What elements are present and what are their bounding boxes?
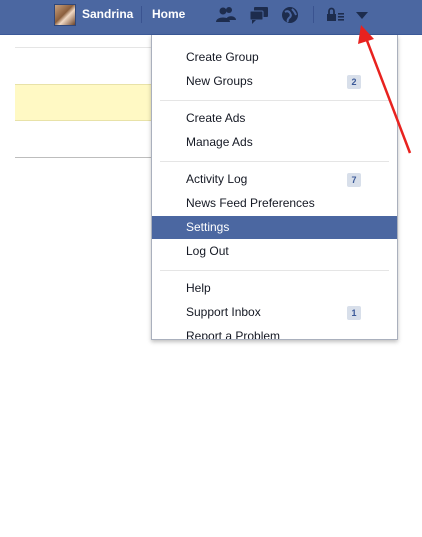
account-menu-arrow-icon[interactable] bbox=[356, 12, 368, 19]
count-badge: 1 bbox=[347, 306, 361, 320]
menu-divider bbox=[160, 161, 389, 162]
menu-item-label: Create Ads bbox=[186, 111, 246, 125]
menu-item-label: Settings bbox=[186, 220, 230, 234]
menu-item-label: Activity Log bbox=[186, 172, 248, 186]
top-navigation-bar: Sandrina Home bbox=[0, 0, 422, 35]
menu-item-label: Report a Problem bbox=[186, 329, 281, 340]
menu-divider bbox=[160, 270, 389, 271]
menu-item-label: Manage Ads bbox=[186, 135, 253, 149]
menu-item-create-ads[interactable]: Create Ads bbox=[152, 107, 397, 130]
menu-item-label: New Groups bbox=[186, 74, 253, 88]
privacy-shortcuts-icon[interactable] bbox=[324, 5, 346, 25]
menu-item-report-a-problem[interactable]: Report a Problem bbox=[152, 325, 397, 340]
menu-item-news-feed-preferences[interactable]: News Feed Preferences bbox=[152, 192, 397, 215]
page-divider bbox=[15, 157, 155, 158]
count-badge: 2 bbox=[347, 75, 361, 89]
friend-requests-icon[interactable] bbox=[215, 5, 237, 25]
menu-item-settings[interactable]: Settings bbox=[152, 216, 397, 239]
menu-item-help[interactable]: Help bbox=[152, 277, 397, 300]
count-badge: 7 bbox=[347, 173, 361, 187]
messages-icon[interactable] bbox=[248, 5, 270, 25]
notifications-globe-icon[interactable] bbox=[279, 5, 301, 25]
nav-divider bbox=[141, 6, 142, 23]
menu-item-create-group[interactable]: Create Group bbox=[152, 46, 397, 69]
menu-item-label: Create Group bbox=[186, 50, 259, 64]
menu-item-new-groups[interactable]: New Groups 2 bbox=[152, 70, 397, 93]
menu-item-label: News Feed Preferences bbox=[186, 196, 315, 210]
avatar[interactable] bbox=[54, 4, 76, 26]
menu-item-label: Log Out bbox=[186, 244, 229, 258]
page-divider bbox=[15, 47, 155, 48]
menu-divider bbox=[160, 100, 389, 101]
profile-name-link[interactable]: Sandrina bbox=[82, 7, 133, 21]
account-dropdown-menu: Create Group New Groups 2 Create Ads Man… bbox=[151, 35, 398, 340]
menu-item-activity-log[interactable]: Activity Log 7 bbox=[152, 168, 397, 191]
menu-item-log-out[interactable]: Log Out bbox=[152, 240, 397, 263]
highlighted-row bbox=[15, 84, 155, 121]
home-link[interactable]: Home bbox=[152, 7, 185, 21]
menu-item-label: Help bbox=[186, 281, 211, 295]
menu-item-support-inbox[interactable]: Support Inbox 1 bbox=[152, 301, 397, 324]
menu-item-label: Support Inbox bbox=[186, 305, 261, 319]
nav-divider bbox=[313, 6, 314, 23]
menu-item-manage-ads[interactable]: Manage Ads bbox=[152, 131, 397, 154]
